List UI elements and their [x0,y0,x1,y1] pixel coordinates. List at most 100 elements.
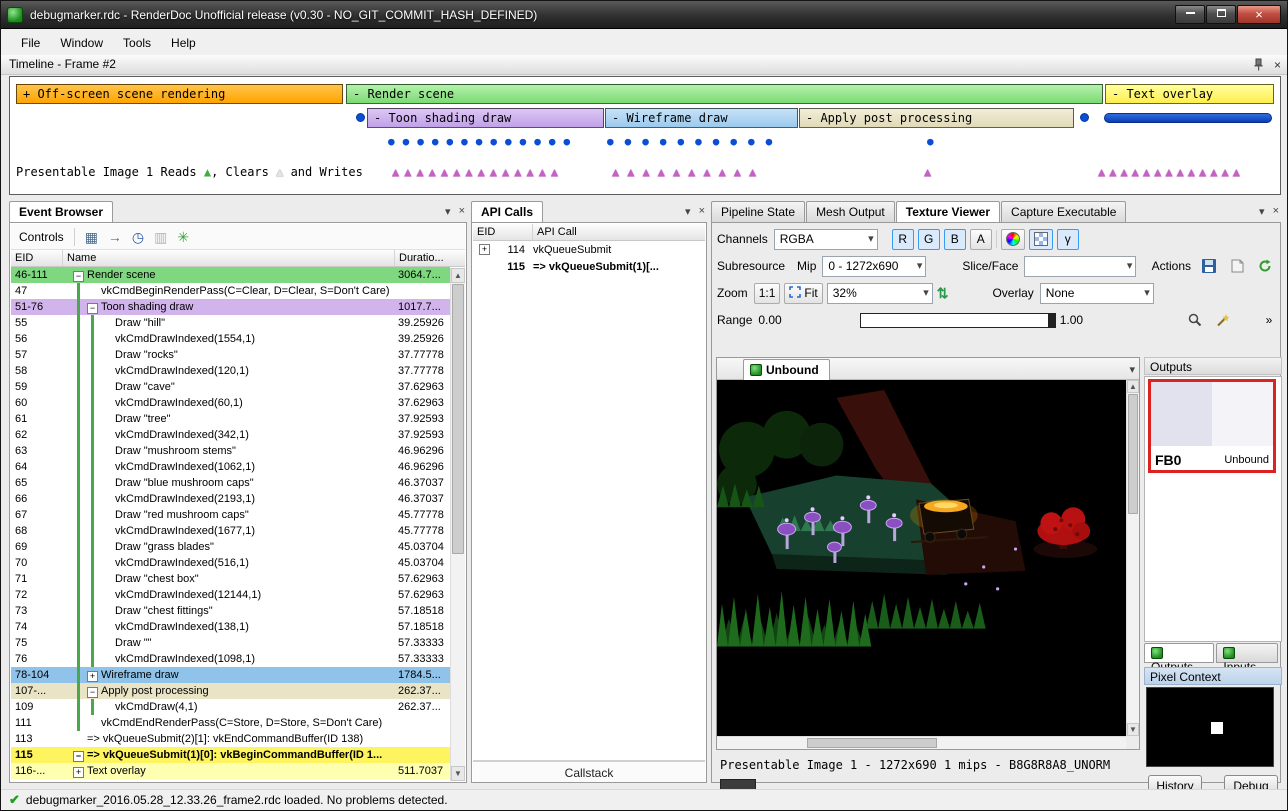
usage-markers-toon[interactable]: ▲▲▲▲▲▲▲▲▲▲▲▲▲▲ [392,165,563,179]
event-row[interactable]: 75 Draw "" 57.33333 [11,635,450,651]
event-row[interactable]: 58 vkCmdDrawIndexed(120,1) 37.77778 [11,363,450,379]
scroll-thumb[interactable] [452,284,464,554]
event-row[interactable]: 74 vkCmdDrawIndexed(138,1) 57.18518 [11,619,450,635]
flip-y-icon[interactable]: ⇅ [937,285,949,302]
tab-outputs[interactable]: Outputs [1144,643,1214,663]
custom-display-button[interactable] [1001,229,1025,250]
timeline-bar-toon[interactable]: - Toon shading draw [367,108,604,128]
event-row[interactable]: 69 Draw "grass blades" 45.03704 [11,539,450,555]
overlay-select[interactable]: None [1040,283,1154,304]
panel-menu-icon[interactable]: ▾ [1259,205,1265,218]
scroll-up-icon[interactable]: ▲ [451,268,465,283]
texture-image[interactable] [717,380,1126,736]
scroll-down-icon[interactable]: ▼ [451,766,465,781]
stats-icon[interactable]: ▥ [154,229,167,245]
texture-horizontal-scrollbar[interactable] [717,736,1126,749]
panel-close-icon[interactable]: × [1273,205,1279,218]
panel-menu-icon[interactable]: ▾ [445,205,451,218]
panel-menu-icon[interactable]: ▾ [685,205,691,218]
event-row[interactable]: 51-76 Toon shading draw 1017.7... [11,299,450,315]
event-row[interactable]: 57 Draw "rocks" 37.77778 [11,347,450,363]
draw-dot[interactable] [356,113,365,122]
event-row[interactable]: 46-111 Render scene 3064.7... [11,267,450,283]
timeline-close-icon[interactable]: × [1274,59,1281,71]
menu-item[interactable]: Window [50,32,113,54]
right-panel-tab[interactable]: Mesh Output [806,201,895,223]
panel-close-icon[interactable]: × [459,205,465,218]
event-row[interactable]: 76 vkCmdDrawIndexed(1098,1) 57.33333 [11,651,450,667]
callstack-section[interactable]: Callstack [473,760,705,782]
channels-select[interactable]: RGBA [774,229,878,250]
event-browser-scrollbar[interactable]: ▲ ▼ [450,268,465,781]
toolbar-overflow-button[interactable]: » [1261,309,1277,331]
toon-draw-dots[interactable]: ●●●●●●●●●●●●● [388,135,578,148]
event-row[interactable]: 107-... Apply post processing 262.37... [11,683,450,699]
open-texture-list-button[interactable] [1225,255,1249,277]
bookmark-icon[interactable]: ✳ [177,229,189,245]
event-row[interactable]: 72 vkCmdDrawIndexed(12144,1) 57.62963 [11,587,450,603]
event-row[interactable]: 73 Draw "chest fittings" 57.18518 [11,603,450,619]
event-row[interactable]: 66 vkCmdDrawIndexed(2193,1) 46.37037 [11,491,450,507]
menu-item[interactable]: Help [161,32,206,54]
pin-icon[interactable] [1253,58,1264,71]
scroll-thumb[interactable] [807,738,937,748]
scroll-up-icon[interactable]: ▲ [1127,380,1139,393]
close-button[interactable]: × [1237,5,1281,24]
scroll-down-icon[interactable]: ▼ [1127,723,1139,736]
green-channel-button[interactable]: G [918,229,940,250]
event-row[interactable]: 113 => vkQueueSubmit(2)[1]: vkEndCommand… [11,731,450,747]
right-panel-tab[interactable]: Capture Executable [1001,201,1126,223]
menu-item[interactable]: Tools [113,32,161,54]
event-row[interactable]: 109 vkCmdDraw(4,1) 262.37... [11,699,450,715]
texture-vertical-scrollbar[interactable]: ▲ ▼ [1126,380,1139,736]
timeline-bar-wireframe[interactable]: - Wireframe draw [605,108,798,128]
draw-dot[interactable] [1080,113,1089,122]
event-row[interactable]: 71 Draw "chest box" 57.62963 [11,571,450,587]
timeline-bar-postproc[interactable]: - Apply post processing [799,108,1074,128]
usage-markers-text-overlay[interactable]: ▲▲▲▲▲▲▲▲▲▲▲▲▲ [1098,165,1244,179]
event-row[interactable]: 62 vkCmdDrawIndexed(342,1) 37.92593 [11,427,450,443]
event-row[interactable]: 64 vkCmdDrawIndexed(1062,1) 46.96296 [11,459,450,475]
texture-tab-unbound[interactable]: Unbound [743,359,830,380]
minimize-button[interactable] [1175,5,1205,24]
timeline-bar-render-scene[interactable]: - Render scene [346,84,1103,104]
tab-api-calls[interactable]: API Calls [471,201,543,223]
goto-eid-icon[interactable]: → [108,229,122,245]
maximize-button[interactable] [1206,5,1236,24]
panel-close-icon[interactable]: × [699,205,705,218]
fb0-thumbnail[interactable]: FB0 Unbound [1148,379,1276,473]
right-panel-tab[interactable]: Pipeline State [711,201,805,223]
event-row[interactable]: 60 vkCmdDrawIndexed(60,1) 37.62963 [11,395,450,411]
mip-select[interactable]: 0 - 1272x690 [822,256,926,277]
alpha-channel-button[interactable]: A [970,229,992,250]
api-call-row[interactable]: 114 vkQueueSubmit [473,242,705,259]
zoom-range-button[interactable] [1183,309,1207,331]
time-draws-icon[interactable]: ◷ [132,229,144,245]
event-row[interactable]: 55 Draw "hill" 39.25926 [11,315,450,331]
fit-button[interactable]: Fit [784,283,822,304]
save-texture-button[interactable] [1197,255,1221,277]
event-row[interactable]: 56 vkCmdDrawIndexed(1554,1) 39.25926 [11,331,450,347]
slice-face-select[interactable] [1024,256,1136,277]
browse-icon[interactable]: ▦ [85,229,98,245]
event-row[interactable]: 116-... Text overlay 511.7037 [11,763,450,779]
range-max-value[interactable]: 1.00 [1060,313,1083,327]
menu-item[interactable]: File [11,32,50,54]
text-overlay-draws-bar[interactable] [1104,113,1272,123]
wireframe-draw-dots[interactable]: ●●●●●●●●●● [607,135,783,148]
range-slider-handle[interactable] [1048,314,1055,327]
usage-markers-wireframe[interactable]: ▲▲▲▲▲▲▲▲▲▲ [612,165,764,179]
api-call-row[interactable]: 115 => vkQueueSubmit(1)[... [473,259,705,276]
postproc-draw-dot[interactable]: ● [927,135,934,148]
blue-channel-button[interactable]: B [944,229,966,250]
event-row[interactable]: 61 Draw "tree" 37.92593 [11,411,450,427]
event-row[interactable]: 59 Draw "cave" 37.62963 [11,379,450,395]
usage-marker-postproc[interactable]: ▲ [924,165,931,179]
event-row[interactable]: 111 vkCmdEndRenderPass(C=Store, D=Store,… [11,715,450,731]
scroll-thumb[interactable] [1128,394,1138,514]
event-row[interactable]: 78-104 Wireframe draw 1784.5... [11,667,450,683]
pixel-context-view[interactable] [1146,687,1274,767]
event-row[interactable]: 70 vkCmdDrawIndexed(516,1) 45.03704 [11,555,450,571]
zoom-1to1-button[interactable]: 1:1 [754,283,781,304]
range-min-value[interactable]: 0.00 [758,313,781,327]
